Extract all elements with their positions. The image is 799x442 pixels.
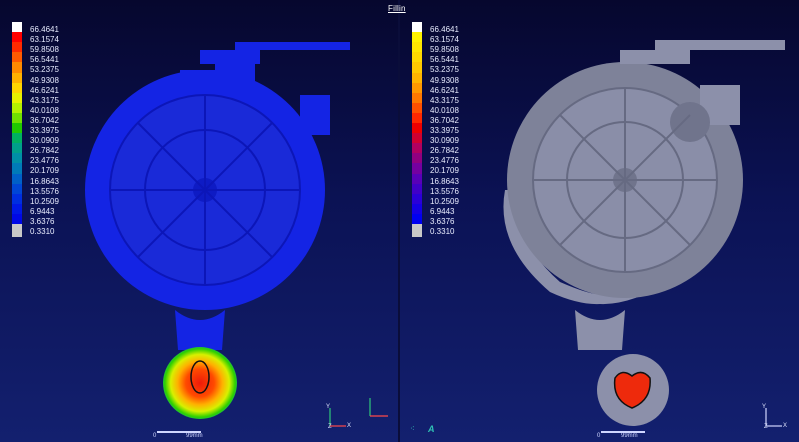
legend-label: 6.9443 [430, 206, 455, 216]
legend-label: 36.7042 [430, 115, 459, 125]
legend-label: 33.3975 [430, 126, 459, 135]
window-title: Fillin [388, 4, 406, 13]
legend-label: 30.0909 [30, 136, 59, 146]
legend-label: 43.3175 [30, 95, 59, 105]
legend-label: 49.9308 [430, 75, 459, 85]
legend-label: 26.7842 [430, 146, 459, 156]
legend-label: 16.8643 [30, 176, 59, 186]
legend-label: 40.0108 [30, 105, 59, 115]
scale-left-end: 99mm [186, 433, 203, 439]
axis-y-label: Y [762, 404, 767, 410]
legend-label: 3.6376 [30, 216, 55, 226]
left-casting [85, 42, 350, 419]
legend-label: 43.3175 [430, 95, 459, 105]
axis-triad-center [362, 392, 392, 422]
legend-label: 40.0108 [430, 105, 459, 115]
axis-triad-right: Y Z X [758, 402, 788, 432]
legend-label: 56.5441 [430, 55, 459, 65]
axis-x-label: X [783, 423, 788, 429]
scale-right-end: 99mm [621, 433, 638, 439]
brand-letter: A [428, 424, 435, 434]
legend-label: 49.9308 [30, 75, 59, 85]
legend-swatch [412, 224, 422, 237]
legend-label: 0.3310 [30, 227, 55, 236]
legend-right: 66.464163.1574059.8508056.5441053.237504… [412, 22, 482, 258]
legend-label: 26.7842 [30, 146, 59, 156]
legend-left: 66.4641 63.1574 59.8508 56.5441 53.2375 49.93… [12, 22, 82, 258]
legend-label: 20.1709 [30, 166, 59, 176]
axis-z-label: Z [764, 424, 768, 430]
legend-label: 59.8508 [30, 45, 59, 55]
legend-label: 13.5576 [430, 186, 459, 196]
legend-label: 23.4776 [30, 156, 59, 166]
legend-label: 53.2375 [30, 65, 59, 75]
legend-label: 46.6241 [30, 85, 59, 95]
legend-label: 10.2509 [30, 196, 59, 206]
legend-label: 66.4641 [430, 25, 459, 34]
legend-label: 3.6376 [430, 216, 455, 226]
legend-label: 30.0909 [430, 136, 459, 146]
legend-label: 13.5576 [30, 186, 59, 196]
axis-lines-icon [369, 398, 388, 417]
legend-label: 63.1574 [430, 35, 459, 45]
axis-z-label: Z [328, 424, 332, 430]
right-casting [503, 40, 785, 426]
legend-label: 59.8508 [430, 45, 459, 55]
brand-dots-icon: ⁖ [410, 424, 416, 433]
legend-label: 46.6241 [430, 85, 459, 95]
axis-triad-left: Y Z X [322, 402, 352, 432]
legend-swatch [12, 224, 22, 237]
legend-label: 23.4776 [430, 156, 459, 166]
scale-right-start: 0 [597, 433, 601, 439]
legend-label: 63.1574 [30, 35, 59, 45]
legend-label: 10.2509 [430, 196, 459, 206]
legend-label: 66.4641 [30, 25, 59, 34]
model-render [85, 40, 785, 426]
legend-label: 36.7042 [30, 115, 59, 125]
legend-label: 53.2375 [430, 65, 459, 75]
legend-label: 6.9443 [30, 206, 55, 216]
axis-y-label: Y [326, 404, 331, 410]
scale-left-start: 0 [153, 433, 157, 439]
legend-label: 20.1709 [430, 166, 459, 176]
legend-label: 56.5441 [30, 55, 59, 65]
axis-x-label: X [347, 423, 352, 429]
legend-label: 16.8643 [430, 176, 459, 186]
legend-label: 0.3310 [430, 227, 455, 236]
legend-label: 33.3975 [30, 126, 59, 135]
